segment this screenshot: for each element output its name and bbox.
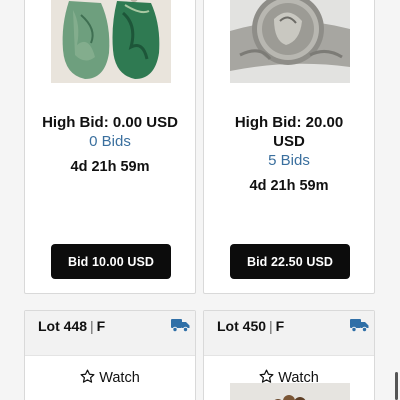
lot-suffix: F <box>275 318 285 334</box>
bid-info: High Bid: 20.00 USD 5 Bids 4d 21h 59m <box>204 113 374 194</box>
time-left: 4d 21h 59m <box>249 178 329 194</box>
lot-card: Lot 448 | F Watch <box>24 310 196 400</box>
lot-header: Lot 448 | F <box>25 311 195 356</box>
watch-button[interactable]: Watch <box>25 369 195 386</box>
lot-title[interactable]: Lot 450 | F <box>217 318 284 334</box>
coin-ring-image <box>230 0 350 83</box>
time-left: 4d 21h 59m <box>70 159 150 175</box>
truck-icon <box>350 319 369 332</box>
bracelet-image <box>230 383 350 400</box>
lot-card: High Bid: 0.00 USD 0 Bids 4d 21h 59m Bid… <box>24 0 196 294</box>
truck-icon <box>171 319 190 332</box>
bid-button[interactable]: Bid 10.00 USD <box>51 244 171 279</box>
star-icon <box>80 369 95 383</box>
lot-title[interactable]: Lot 448 | F <box>38 318 105 334</box>
bids-count-link[interactable]: 5 Bids <box>204 151 374 170</box>
lot-image[interactable] <box>230 0 350 83</box>
lot-number: Lot 448 <box>38 318 88 334</box>
lot-image[interactable] <box>230 383 350 400</box>
lot-card: High Bid: 20.00 USD 5 Bids 4d 21h 59m Bi… <box>203 0 375 294</box>
high-bid: High Bid: 20.00 USD <box>234 114 344 150</box>
lot-header: Lot 450 | F <box>204 311 374 356</box>
lot-suffix: F <box>96 318 106 334</box>
lot-separator: | <box>90 318 94 334</box>
watch-label: Watch <box>99 370 140 386</box>
lot-number: Lot 450 <box>217 318 267 334</box>
lot-image[interactable] <box>51 0 171 83</box>
jade-pendant-image <box>51 0 171 83</box>
bid-button[interactable]: Bid 22.50 USD <box>230 244 350 279</box>
bids-count-link[interactable]: 0 Bids <box>25 132 195 151</box>
bid-info: High Bid: 0.00 USD 0 Bids 4d 21h 59m <box>25 113 195 175</box>
lot-separator: | <box>269 318 273 334</box>
star-icon <box>259 369 274 383</box>
lot-card: Lot 450 | F Watch <box>203 310 375 400</box>
high-bid: High Bid: 0.00 USD <box>42 114 178 131</box>
scrollbar[interactable] <box>395 372 398 400</box>
